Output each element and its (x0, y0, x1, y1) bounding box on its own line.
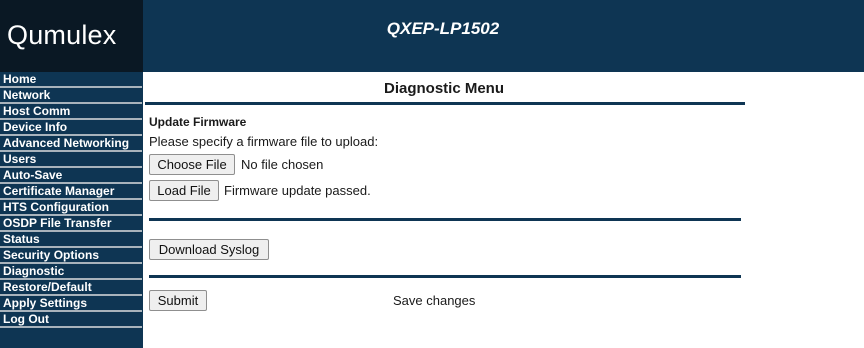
sidebar-item-log-out[interactable]: Log Out (0, 312, 142, 328)
sidebar-item-restore-default[interactable]: Restore/Default (0, 280, 142, 296)
sidebar-item-advanced-networking[interactable]: Advanced Networking (0, 136, 142, 152)
sidebar-item-network[interactable]: Network (0, 88, 142, 104)
sidebar-item-hts-configuration[interactable]: HTS Configuration (0, 200, 142, 216)
firmware-status-text: Firmware update passed. (224, 183, 371, 198)
download-syslog-button[interactable]: Download Syslog (149, 239, 269, 260)
sidebar-item-osdp-file-transfer[interactable]: OSDP File Transfer (0, 216, 142, 232)
page-title: Diagnostic Menu (383, 80, 504, 97)
section-divider-2 (149, 275, 741, 278)
sidebar-item-status[interactable]: Status (0, 232, 142, 248)
sidebar-nav: Home Network Host Comm Device Info Advan… (0, 72, 143, 348)
sidebar-item-diagnostic[interactable]: Diagnostic (0, 264, 142, 280)
no-file-chosen-text: No file chosen (241, 157, 324, 172)
load-file-button[interactable]: Load File (149, 180, 219, 201)
sidebar-item-auto-save[interactable]: Auto-Save (0, 168, 142, 184)
save-changes-note: Save changes (393, 293, 476, 308)
brand-logo: Qumulex (7, 20, 117, 50)
submit-button[interactable]: Submit (149, 290, 207, 311)
device-model-title: QXEP-LP1502 (386, 19, 500, 38)
logo-box: Qumulex (0, 0, 143, 72)
firmware-heading: Update Firmware (149, 115, 247, 129)
sidebar-item-host-comm[interactable]: Host Comm (0, 104, 142, 120)
sidebar-item-device-info[interactable]: Device Info (0, 120, 142, 136)
sidebar-item-certificate-manager[interactable]: Certificate Manager (0, 184, 142, 200)
title-divider (145, 102, 745, 105)
choose-file-button[interactable]: Choose File (149, 154, 235, 175)
firmware-instruction: Please specify a firmware file to upload… (149, 134, 379, 149)
sidebar-item-security-options[interactable]: Security Options (0, 248, 142, 264)
section-divider-1 (149, 218, 741, 221)
sidebar-item-home[interactable]: Home (0, 72, 142, 88)
header-bar: Qumulex QXEP-LP1502 (0, 0, 864, 72)
sidebar-item-users[interactable]: Users (0, 152, 142, 168)
sidebar-item-apply-settings[interactable]: Apply Settings (0, 296, 142, 312)
